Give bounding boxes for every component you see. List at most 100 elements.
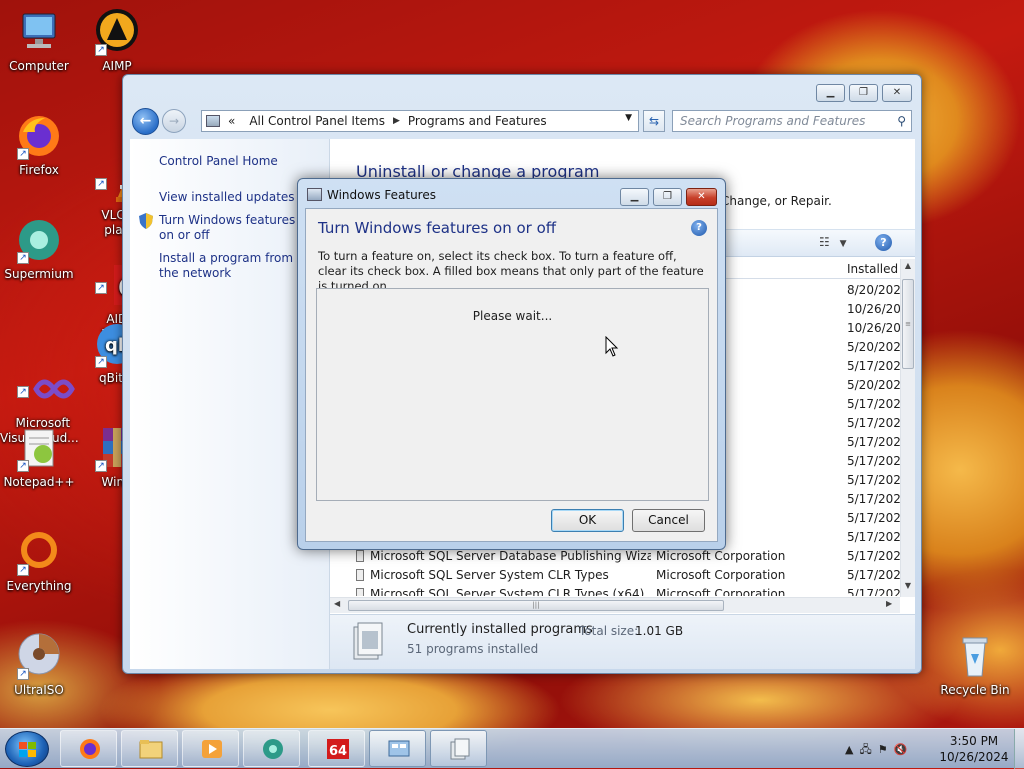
- program-name: Microsoft SQL Server System CLR Types: [356, 566, 651, 585]
- breadcrumb-all-items[interactable]: All Control Panel Items: [249, 114, 385, 128]
- desktop-icon-ultraiso[interactable]: ↗ UltraISO: [0, 632, 78, 698]
- scroll-down-icon[interactable]: ▼: [901, 581, 915, 590]
- shortcut-arrow-icon: ↗: [17, 386, 29, 398]
- desktop-icon-notepadpp[interactable]: ↗ Notepad++: [0, 424, 78, 490]
- dialog-minimize-button[interactable]: ▁: [620, 188, 649, 206]
- cancel-button[interactable]: Cancel: [632, 509, 705, 532]
- shortcut-arrow-icon: ↗: [95, 178, 107, 190]
- program-icon: [356, 569, 364, 581]
- program-installed-on: 10/26/2024: [847, 321, 900, 335]
- total-size-value: 1.01 GB: [635, 624, 684, 638]
- start-button[interactable]: [5, 731, 49, 767]
- shortcut-arrow-icon: ↗: [17, 460, 29, 472]
- program-installed-on: 5/17/2023: [847, 492, 900, 506]
- search-input[interactable]: Search Programs and Features ⚲: [672, 110, 912, 132]
- installed-programs-title: Currently installed programs: [407, 622, 593, 637]
- desktop-icon-everything[interactable]: ↗ Everything: [0, 528, 78, 594]
- shortcut-arrow-icon: ↗: [95, 44, 107, 56]
- column-installed-on[interactable]: Installed: [847, 262, 898, 276]
- minimize-button[interactable]: ▁: [816, 84, 845, 102]
- change-view-button[interactable]: ☷ ▼: [819, 235, 847, 249]
- volume-muted-icon[interactable]: 🔇: [894, 743, 914, 756]
- program-icon: [356, 588, 364, 596]
- program-publisher: Microsoft Corporation: [656, 587, 786, 596]
- programs-icon: [353, 622, 383, 660]
- horizontal-scrollbar[interactable]: ◀ ||| ▶: [330, 597, 900, 613]
- chevron-down-icon: ▼: [839, 239, 847, 249]
- program-installed-on: 10/26/2024: [847, 302, 900, 316]
- maximize-button[interactable]: ❐: [849, 84, 878, 102]
- taskbar-firefox[interactable]: [60, 730, 117, 767]
- desktop-icon-label: AIMP: [102, 59, 132, 73]
- taskbar-aida64[interactable]: 64: [308, 730, 365, 767]
- close-button[interactable]: ✕: [882, 84, 912, 102]
- dialog-maximize-button[interactable]: ❐: [653, 188, 682, 206]
- taskbar-supermium[interactable]: [243, 730, 300, 767]
- program-row[interactable]: Microsoft SQL Server System CLR Types Mic…: [330, 566, 900, 585]
- address-dropdown-icon[interactable]: ▼: [625, 113, 632, 123]
- scroll-thumb[interactable]: |||: [348, 600, 724, 611]
- program-installed-on: 5/17/2023: [847, 454, 900, 468]
- search-icon[interactable]: ⚲: [897, 111, 906, 131]
- address-overflow[interactable]: «: [228, 114, 235, 128]
- desktop-icon-label: Everything: [6, 579, 72, 593]
- firefox-icon: [80, 739, 100, 759]
- refresh-button[interactable]: ⇆: [643, 110, 665, 132]
- shortcut-arrow-icon: ↗: [95, 356, 107, 368]
- supermium-icon: ↗: [15, 216, 63, 264]
- network-icon[interactable]: 🖧: [859, 743, 877, 756]
- view-installed-updates-link[interactable]: View installed updates: [159, 190, 295, 205]
- page-description: Change, or Repair.: [721, 194, 832, 208]
- taskbar-programs-features[interactable]: [430, 730, 487, 767]
- back-button[interactable]: ←: [132, 108, 159, 135]
- program-installed-on: 5/17/2023: [847, 397, 900, 411]
- taskbar-media-player[interactable]: [182, 730, 239, 767]
- scroll-right-icon[interactable]: ▶: [886, 599, 892, 608]
- features-tree[interactable]: Please wait...: [316, 288, 709, 501]
- program-installed-on: 5/17/2023: [847, 587, 900, 596]
- vertical-scrollbar[interactable]: ▲ ≡ ▼: [900, 259, 915, 597]
- help-icon[interactable]: ?: [691, 220, 707, 236]
- program-publisher: Microsoft Corporation: [656, 568, 786, 582]
- desktop-icon-aimp[interactable]: ↗ AIMP: [78, 8, 156, 74]
- action-center-icon[interactable]: ⚑: [878, 743, 894, 756]
- desktop-icon-label: Recycle Bin: [940, 683, 1010, 697]
- show-hidden-icons-icon[interactable]: ▲: [845, 743, 859, 756]
- taskbar-control-panel[interactable]: [369, 730, 426, 767]
- breadcrumb-programs[interactable]: Programs and Features: [408, 114, 547, 128]
- taskbar-explorer[interactable]: [121, 730, 178, 767]
- desktop-icon-computer[interactable]: Computer: [0, 8, 78, 74]
- aida64-icon: 64: [327, 739, 349, 759]
- dialog-close-button[interactable]: ✕: [686, 188, 717, 206]
- desktop-icon-firefox[interactable]: ↗ Firefox: [0, 112, 78, 178]
- scroll-left-icon[interactable]: ◀: [334, 599, 340, 608]
- scroll-thumb[interactable]: ≡: [902, 279, 914, 369]
- program-installed-on: 5/17/2023: [847, 473, 900, 487]
- program-row[interactable]: Microsoft SQL Server System CLR Types (x…: [330, 585, 900, 596]
- help-icon[interactable]: ?: [875, 234, 892, 251]
- programs-count: 51 programs installed: [407, 642, 539, 656]
- taskbar-clock[interactable]: 3:50 PM 10/26/2024: [938, 733, 1010, 765]
- address-bar[interactable]: « All Control Panel Items ▶ Programs and…: [201, 110, 639, 132]
- desktop-icon-label: UltraISO: [14, 683, 64, 697]
- windows-features-dialog: Windows Features ▁ ❐ ✕ Turn Windows feat…: [297, 178, 726, 550]
- turn-windows-features-link[interactable]: Turn Windows features on or off: [159, 213, 304, 243]
- desktop-icon-recycle-bin[interactable]: Recycle Bin: [936, 632, 1014, 698]
- install-from-network-link[interactable]: Install a program from the network: [159, 251, 304, 281]
- desktop-icon-supermium[interactable]: ↗ Supermium: [0, 216, 78, 282]
- program-name-text: Microsoft SQL Server System CLR Types: [370, 568, 609, 582]
- program-name-text: Microsoft SQL Server Database Publishing…: [370, 549, 651, 563]
- dialog-body: Turn Windows features on or off ? To tur…: [305, 208, 718, 542]
- supermium-icon: [263, 739, 283, 759]
- clock-time: 3:50 PM: [949, 734, 999, 748]
- ok-button[interactable]: OK: [551, 509, 624, 532]
- scroll-up-icon[interactable]: ▲: [901, 261, 915, 270]
- program-installed-on: 5/17/2023: [847, 416, 900, 430]
- details-pane: Currently installed programs Total size:…: [330, 614, 915, 669]
- computer-icon: [15, 8, 63, 56]
- breadcrumb-arrow-icon[interactable]: ▶: [393, 116, 400, 126]
- forward-button[interactable]: →: [162, 109, 186, 133]
- control-panel-home-link[interactable]: Control Panel Home: [159, 154, 278, 169]
- desktop-icon-label: Notepad++: [3, 475, 75, 489]
- show-desktop-button[interactable]: [1014, 729, 1024, 769]
